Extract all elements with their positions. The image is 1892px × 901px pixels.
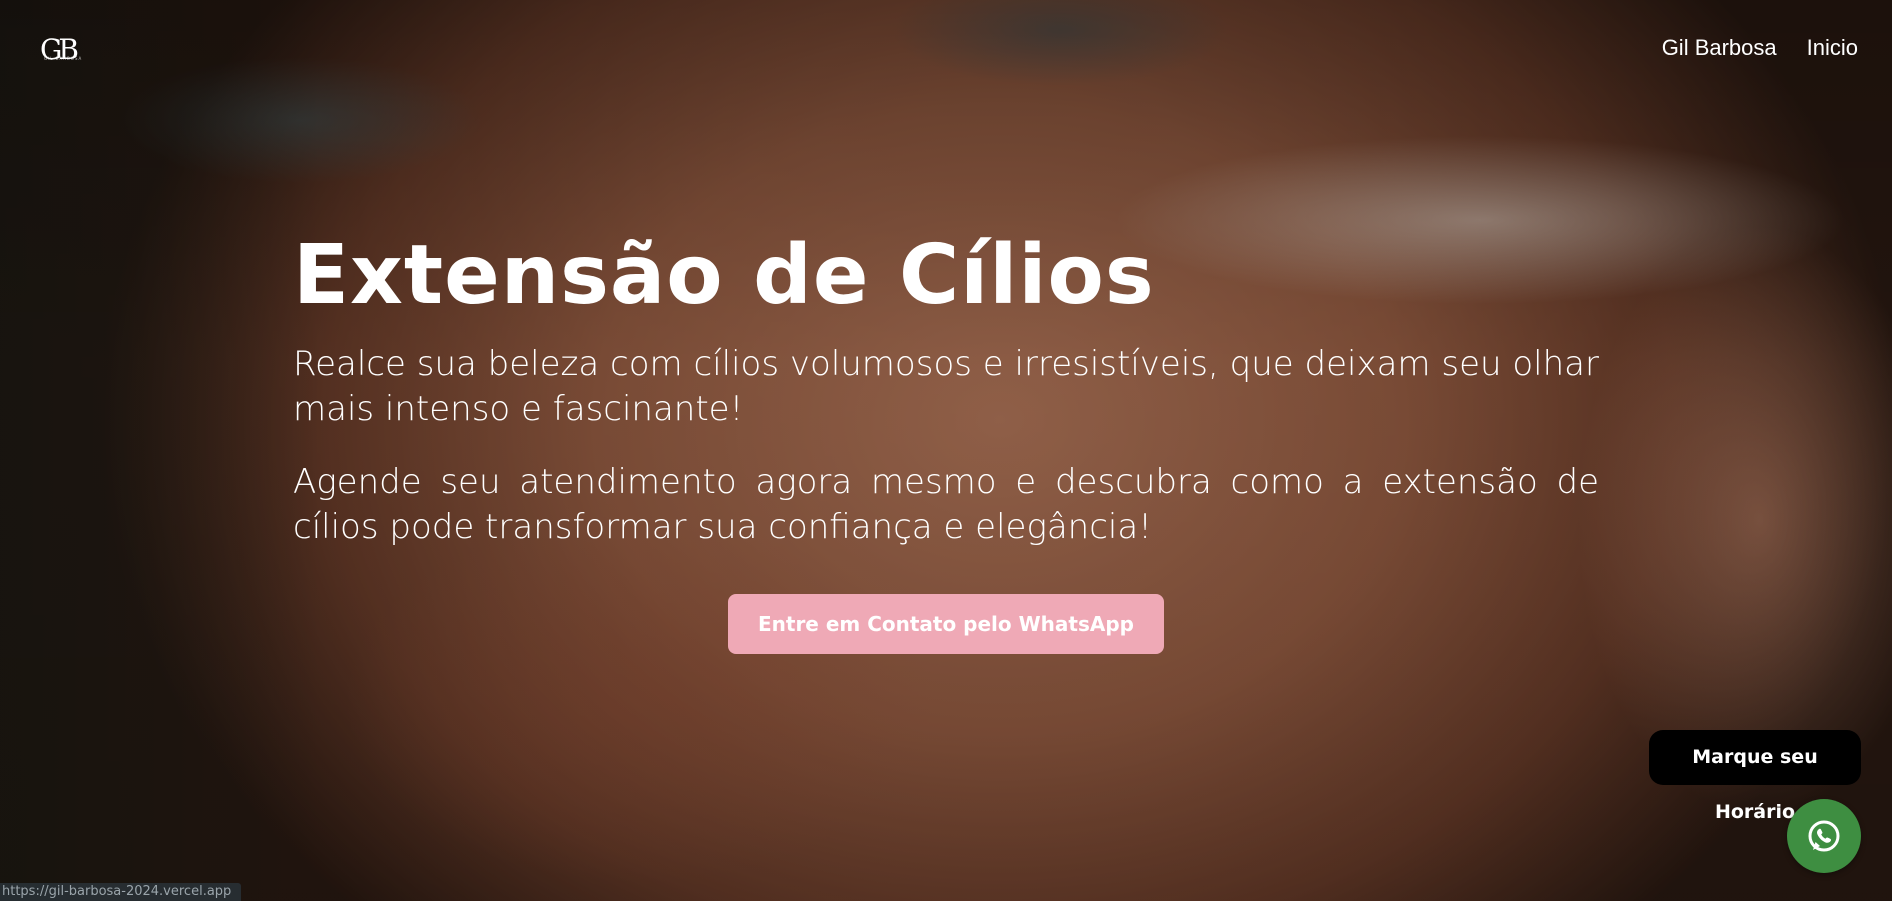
whatsapp-contact-button[interactable]: Entre em Contato pelo WhatsApp <box>727 594 1164 654</box>
page: GB GIL BARBOSA Gil Barbosa Inicio Extens… <box>0 0 1892 901</box>
schedule-appointment-button[interactable]: Marque seu Horário <box>1649 730 1861 823</box>
hero-paragraph-1: Realce sua beleza com cílios volumosos e… <box>293 344 1599 429</box>
cta-wrapper: Entre em Contato pelo WhatsApp <box>293 594 1599 654</box>
site-header: GB GIL BARBOSA Gil Barbosa Inicio <box>0 0 1892 96</box>
whatsapp-floating-button[interactable] <box>1787 799 1861 873</box>
site-logo[interactable]: GB GIL BARBOSA <box>40 30 96 70</box>
whatsapp-icon <box>1808 820 1840 852</box>
hero-paragraph-2: Agende seu atendimento agora mesmo e des… <box>293 462 1599 547</box>
nav-link-gil-barbosa[interactable]: Gil Barbosa <box>1662 30 1777 66</box>
logo-tagline: GIL BARBOSA <box>44 56 83 61</box>
hero-content: Extensão de Cílios Realce sua beleza com… <box>293 226 1599 654</box>
nav-link-inicio[interactable]: Inicio <box>1807 30 1858 66</box>
page-title: Extensão de Cílios <box>293 228 1155 323</box>
main-nav: Gil Barbosa Inicio <box>1662 30 1858 66</box>
status-bar-url: https://gil-barbosa-2024.vercel.app <box>0 883 242 901</box>
